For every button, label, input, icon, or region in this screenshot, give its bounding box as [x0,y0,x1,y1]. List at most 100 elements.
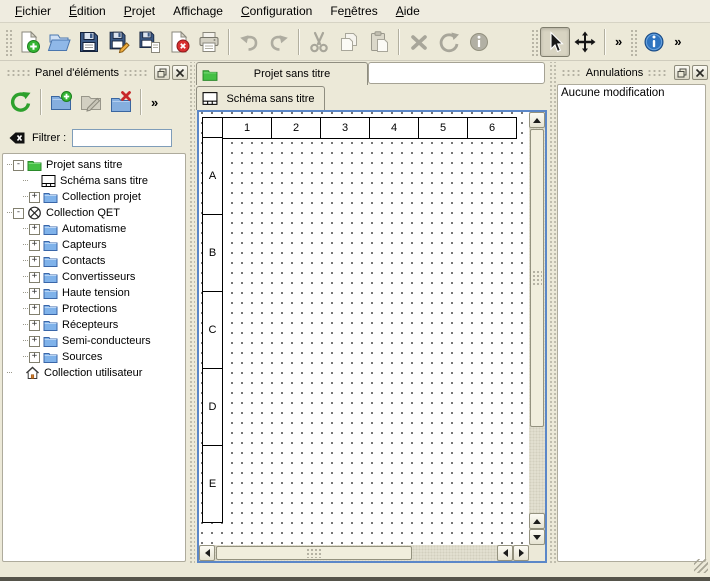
toolbar-overflow-button[interactable]: » [146,95,163,110]
tree-item-projet-sans-titre[interactable]: - Projet sans titre [3,157,185,173]
toolbar-drag-handle[interactable] [530,28,538,56]
vertical-scrollbar-thumb[interactable] [530,129,544,427]
select-button[interactable] [540,27,570,57]
menu-aide[interactable]: Aide [387,1,429,21]
delete-category-button[interactable] [106,87,136,117]
copy-button[interactable] [334,27,364,57]
float-panel-button[interactable] [674,65,690,80]
undo-button[interactable] [234,27,264,57]
dock-drag-handle[interactable] [647,69,668,77]
open-file-icon [47,30,71,54]
dock-drag-handle[interactable] [123,69,148,77]
tab-diagram[interactable]: Schéma sans titre [196,86,325,110]
save-as-button[interactable] [104,27,134,57]
new-file-button[interactable] [14,27,44,57]
cut-button[interactable] [304,27,334,57]
filter-input[interactable] [72,129,172,147]
expand-toggle[interactable]: + [29,288,40,299]
scroll-left-button[interactable] [497,545,513,561]
tab-project[interactable]: Projet sans titre [196,62,368,85]
scroll-up-button[interactable] [529,513,545,529]
tree-item-haute-tension[interactable]: +Haute tension [3,285,185,301]
delete-button[interactable] [404,27,434,57]
menu-fenetres[interactable]: Fenêtres [321,1,386,21]
expand-toggle[interactable]: + [29,192,40,203]
tree-item-convertisseurs[interactable]: +Convertisseurs [3,269,185,285]
folder-green-icon [27,158,42,172]
clear-filter-icon[interactable] [8,129,26,147]
menu-affichage[interactable]: Affichage [164,1,232,21]
scroll-right-button[interactable] [513,545,529,561]
save-icon [77,30,101,54]
scroll-up-button[interactable] [529,112,545,128]
toolbar-drag-handle[interactable] [629,28,637,56]
menu-edition[interactable]: Édition [60,1,115,21]
save-button[interactable] [74,27,104,57]
reload-button[interactable] [6,87,36,117]
vertical-scrollbar[interactable] [529,112,545,545]
expand-toggle[interactable]: + [29,352,40,363]
about-button[interactable] [639,27,669,57]
resize-grip[interactable] [694,559,708,573]
tree-item-label: Projet sans titre [46,159,122,171]
open-file-button[interactable] [44,27,74,57]
tree-item-semi-conducteurs[interactable]: + Semi-conducteurs [3,333,185,349]
schema-icon [41,174,56,188]
menu-fichier[interactable]: Fichier [6,1,60,21]
toolbar-drag-handle[interactable] [4,28,12,56]
expand-toggle[interactable]: + [29,240,40,251]
tree-item-collection-qet[interactable]: -Collection QET [3,205,185,221]
menu-configuration[interactable]: Configuration [232,1,321,21]
scroll-left-button[interactable] [199,545,215,561]
expand-toggle[interactable]: + [29,272,40,283]
new-category-button[interactable] [46,87,76,117]
tree-item-schema-sans-titre[interactable]: Schéma sans titre [3,173,185,189]
move-button[interactable] [570,27,600,57]
close-panel-button[interactable] [692,65,708,80]
info-button[interactable] [464,27,494,57]
diagram-canvas[interactable]: 123456 ABCDE [199,112,529,545]
float-panel-button[interactable] [154,65,170,80]
collapse-toggle[interactable]: - [13,160,24,171]
about-icon [642,30,666,54]
undo-list-item[interactable]: Aucune modification [558,85,705,101]
toolbar-overflow-button[interactable]: » [669,34,686,49]
tree-item-collection-utilisateur[interactable]: Collection utilisateur [3,365,185,381]
save-all-button[interactable] [134,27,164,57]
horizontal-scrollbar-thumb[interactable] [216,546,412,560]
close-icon [695,68,705,78]
scroll-down-button[interactable] [529,529,545,545]
tree-item-automatisme[interactable]: +Automatisme [3,221,185,237]
tree-item-collection-projet[interactable]: +Collection projet [3,189,185,205]
collapse-toggle[interactable]: - [13,208,24,219]
close-file-button[interactable] [164,27,194,57]
edit-category-button[interactable] [76,87,106,117]
print-button[interactable] [194,27,224,57]
rotate-button[interactable] [434,27,464,57]
toolbar-overflow-button[interactable]: » [610,34,627,49]
close-panel-button[interactable] [172,65,188,80]
dock-drag-handle[interactable] [6,69,31,77]
tree-item-capteurs[interactable]: +Capteurs [3,237,185,253]
tree-item-protections[interactable]: +Protections [3,301,185,317]
expand-toggle[interactable]: + [29,320,40,331]
right-splitter[interactable] [548,62,556,565]
menu-projet[interactable]: Projet [115,1,164,21]
tree-item-recepteurs[interactable]: +Récepteurs [3,317,185,333]
expand-toggle[interactable]: + [29,304,40,315]
left-splitter[interactable] [188,62,195,565]
tree-item-contacts[interactable]: +Contacts [3,253,185,269]
toolbar-separator [604,29,606,55]
tree-item-label: Semi-conducteurs [62,335,151,347]
paste-button[interactable] [364,27,394,57]
redo-button[interactable] [264,27,294,57]
expand-toggle[interactable]: + [29,256,40,267]
row-ruler: ABCDE [202,138,223,523]
horizontal-scrollbar[interactable] [199,545,529,561]
expand-toggle[interactable]: + [29,336,40,347]
dock-drag-handle[interactable] [561,69,582,77]
tree-item-sources[interactable]: +Sources [3,349,185,365]
column-label-2: 2 [271,117,321,139]
tree-branch-line [23,292,28,294]
expand-toggle[interactable]: + [29,224,40,235]
